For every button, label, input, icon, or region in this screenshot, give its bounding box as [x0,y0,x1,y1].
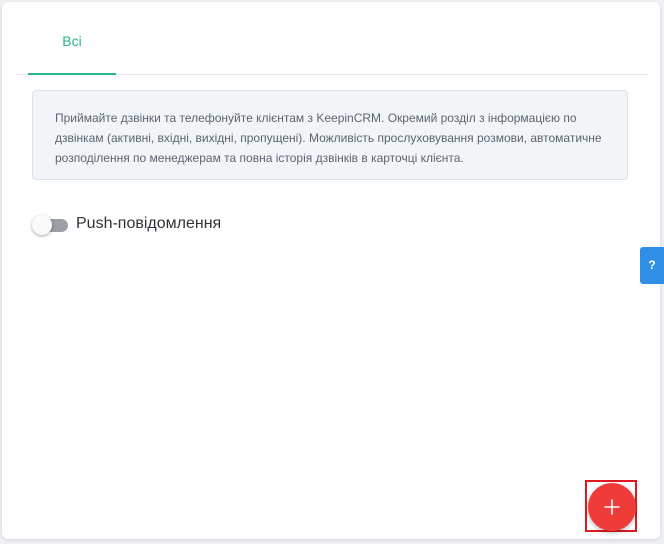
active-tab-indicator [28,73,116,75]
help-button[interactable]: ? [640,247,664,284]
tab-bar: Всі [16,2,648,75]
info-box: Приймайте дзвінки та телефонуйте клієнта… [32,90,628,180]
push-notifications-label: Push-повідомлення [76,215,222,232]
add-button[interactable] [588,483,636,531]
tab-all[interactable]: Всі [28,2,116,75]
push-notifications-toggle[interactable] [32,213,70,235]
toggle-thumb [32,215,52,235]
push-notifications-row: Push-повідомлення [32,212,221,236]
calls-panel: Всі Приймайте дзвінки та телефонуйте клі… [2,2,660,539]
info-text: Приймайте дзвінки та телефонуйте клієнта… [55,111,602,165]
plus-icon [604,499,620,515]
tab-all-label: Всі [62,33,82,49]
